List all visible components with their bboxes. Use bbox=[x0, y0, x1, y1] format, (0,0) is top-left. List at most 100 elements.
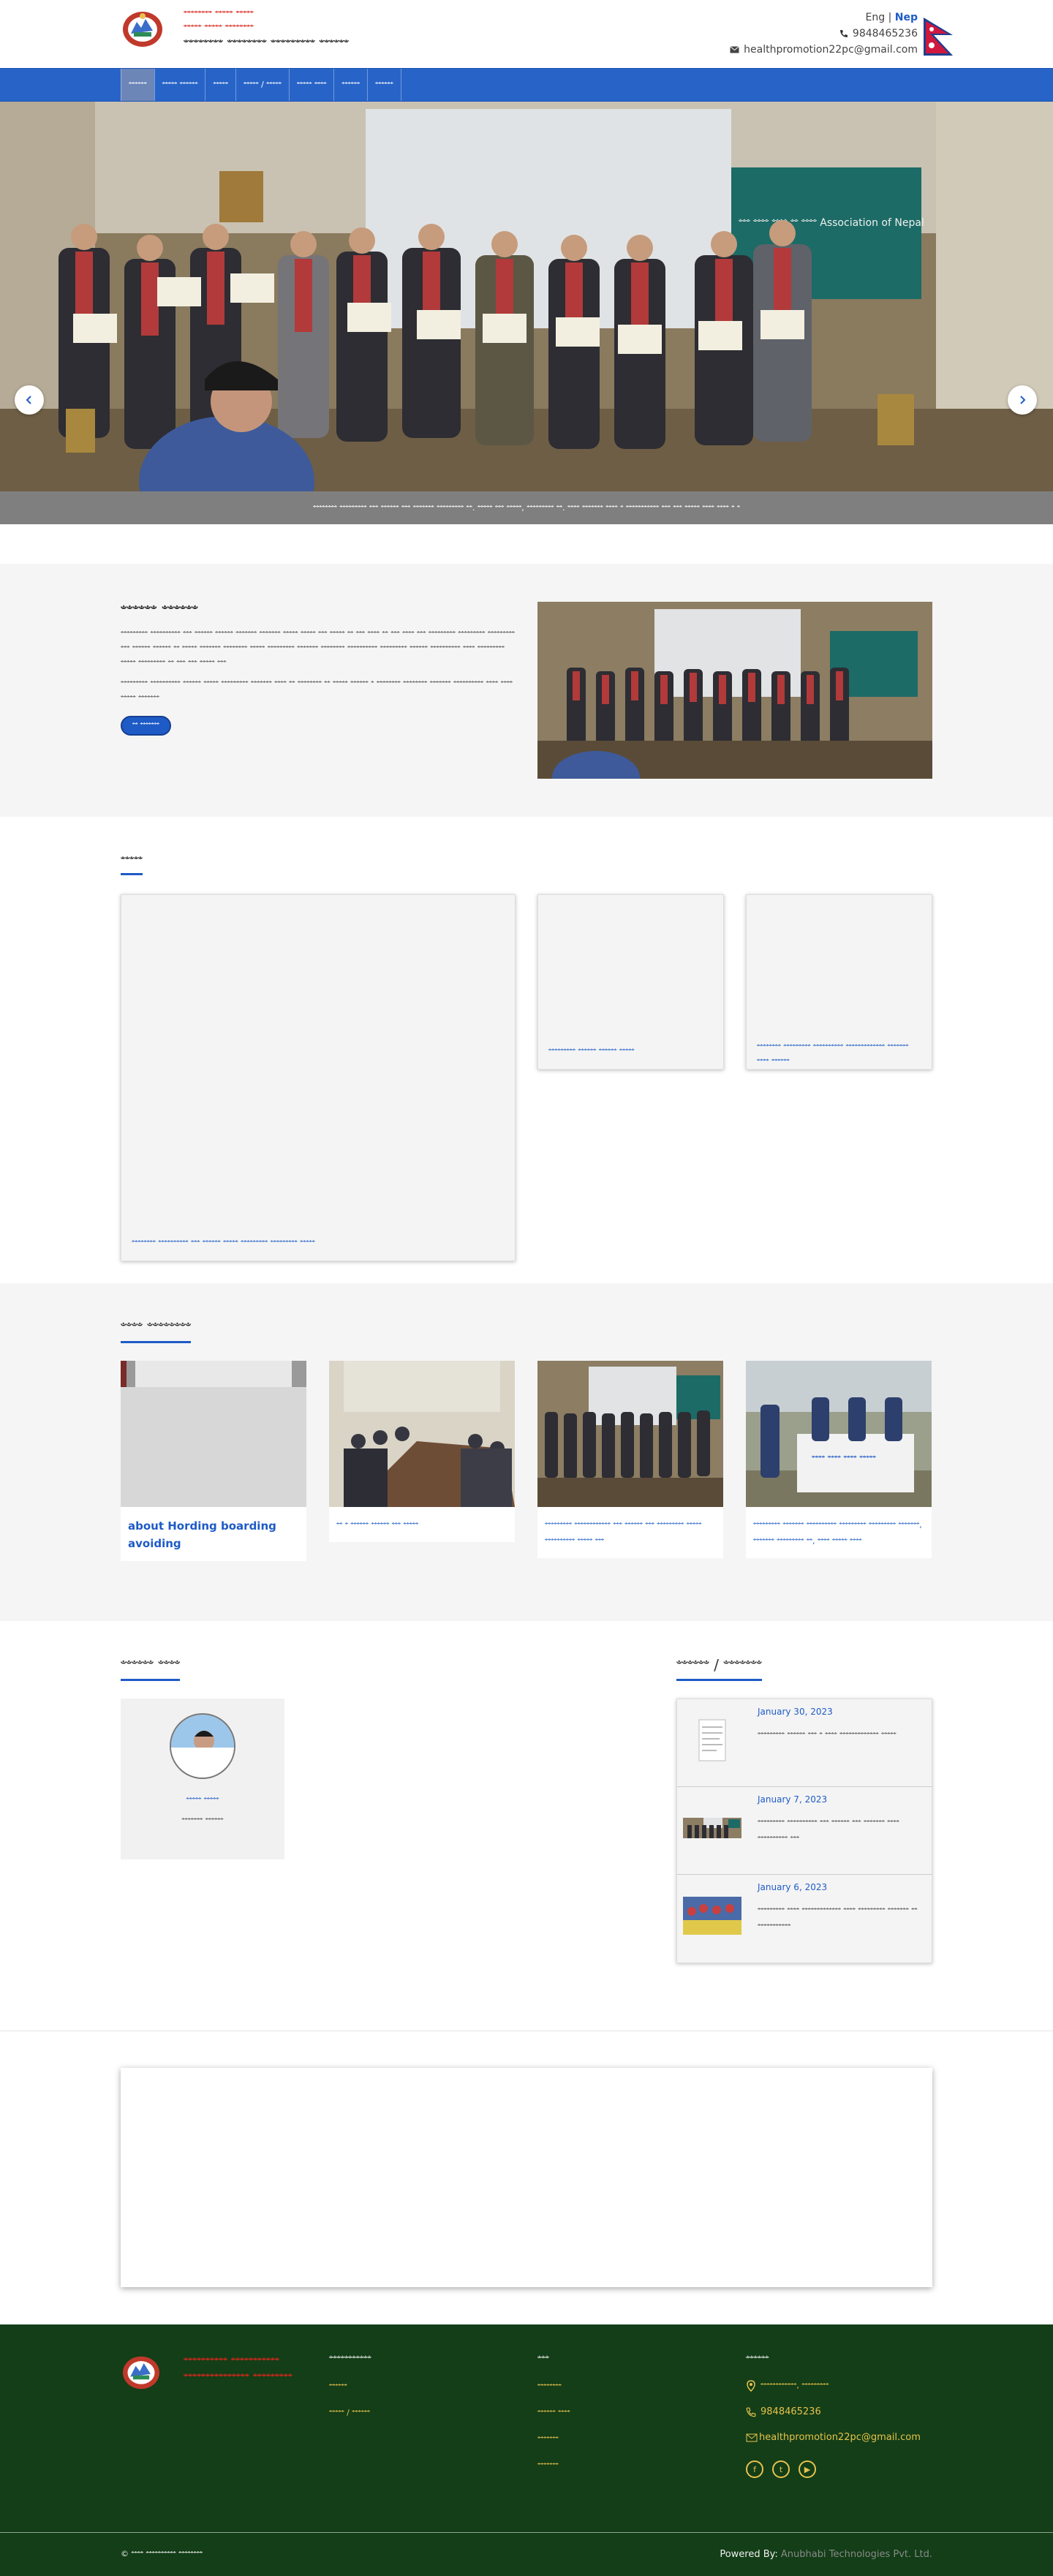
nav-item-6[interactable]: ꣲꣲꣲꣲꣲꣲ bbox=[333, 69, 367, 101]
lang-english-link[interactable]: Eng bbox=[866, 12, 886, 23]
phone-icon bbox=[746, 2407, 756, 2417]
activity-title[interactable]: ꣲꣲꣲꣲꣲꣲꣲꣲꣲ ꣲꣲꣲꣲꣲꣲꣲ ꣲꣲꣲꣲꣲꣲꣲꣲꣲꣲ ꣲꣲꣲꣲꣲꣲꣲꣲꣲ ꣲ… bbox=[746, 1510, 932, 1558]
nav-item-5[interactable]: ꣲꣲꣲꣲꣲ ꣲꣲꣲꣲ bbox=[288, 69, 334, 101]
header-email: healthpromotion22pc@gmail.com bbox=[730, 44, 918, 56]
about-paragraph-1: ꣲꣲꣲꣲꣲꣲꣲꣲꣲ ꣲꣲꣲꣲꣲꣲꣲꣲꣲꣲ ꣲꣲꣲ ꣲꣲꣲꣲꣲꣲ ꣲꣲꣲꣲꣲꣲ ꣲ… bbox=[121, 629, 515, 668]
news-card-title[interactable]: ꣲꣲꣲꣲꣲꣲꣲꣲ ꣲꣲꣲꣲꣲꣲꣲꣲꣲ ꣲꣲꣲꣲꣲꣲꣲꣲꣲꣲ ꣲꣲꣲꣲꣲꣲꣲꣲꣲꣲ… bbox=[757, 1040, 921, 1069]
notice-text[interactable]: ꣲꣲꣲꣲꣲꣲꣲꣲꣲ ꣲꣲꣲꣲꣲꣲꣲꣲꣲꣲ ꣲꣲꣲ ꣲꣲꣲꣲꣲꣲ ꣲꣲꣲ ꣲꣲꣲꣲ… bbox=[758, 1815, 923, 1847]
hero-banner-text: ꣲꣲꣲ ꣲꣲꣲꣲ ꣲꣲꣲꣲ ꣲꣲ ꣲꣲꣲꣲ Association of Nep… bbox=[739, 217, 924, 229]
read-more-button[interactable]: ꣲꣲ ꣲꣲꣲꣲꣲꣲꣲ bbox=[121, 716, 171, 736]
activity-title[interactable]: ꣲꣲ ꣲ ꣲꣲꣲꣲꣲꣲ ꣲꣲꣲꣲꣲꣲ ꣲꣲꣲ ꣲꣲꣲꣲꣲ bbox=[329, 1510, 515, 1542]
footer-emblem-icon[interactable] bbox=[121, 2354, 162, 2390]
developer-link[interactable]: Anubhabi Technologies Pvt. Ltd. bbox=[781, 2549, 932, 2560]
news-title: ꣲꣲꣲꣲꣲ bbox=[121, 853, 143, 875]
notice-item[interactable]: January 7, 2023 ꣲꣲꣲꣲꣲꣲꣲꣲꣲ ꣲꣲꣲꣲꣲꣲꣲꣲꣲꣲ ꣲꣲꣲ… bbox=[677, 1787, 932, 1875]
powered-by: Powered By: Anubhabi Technologies Pvt. L… bbox=[720, 2549, 932, 2560]
activities-section: ꣲꣲꣲꣲ ꣲꣲꣲꣲꣲꣲꣲꣲ about Hording boarding avo… bbox=[0, 1283, 1053, 1621]
brand-line-2: ꣲꣲꣲꣲꣲ ꣲꣲꣲꣲꣲ ꣲꣲꣲꣲꣲꣲꣲꣲ bbox=[184, 23, 254, 34]
activity-card[interactable]: ꣲꣲꣲꣲ ꣲꣲꣲꣲ ꣲꣲꣲꣲ ꣲꣲꣲꣲꣲ ꣲꣲꣲꣲꣲꣲꣲꣲꣲ ꣲꣲꣲꣲꣲꣲꣲ ꣲ… bbox=[746, 1361, 932, 1558]
staff-card[interactable]: ꣲꣲꣲꣲꣲ ꣲꣲꣲꣲꣲ ꣲꣲꣲꣲꣲꣲꣲ ꣲꣲꣲꣲꣲꣲ bbox=[121, 1699, 284, 1859]
header-phone-text: 9848465236 bbox=[852, 28, 918, 39]
language-switcher: Eng | Nep bbox=[866, 12, 918, 23]
footer-col-2-title: ꣲꣲꣲ bbox=[537, 2354, 549, 2365]
nepal-flag-icon bbox=[924, 18, 953, 56]
activity-title[interactable]: about Hording boarding avoiding bbox=[121, 1510, 306, 1561]
footer-col-3: ꣲꣲꣲꣲꣲꣲ ꣲꣲꣲꣲꣲꣲꣲꣲꣲꣲꣲꣲ, ꣲꣲꣲꣲꣲꣲꣲꣲꣲ 984846523… bbox=[746, 2354, 921, 2478]
about-title: ꣲꣲꣲꣲꣲꣲ ꣲꣲꣲꣲꣲꣲ bbox=[121, 603, 198, 621]
nav-item-3[interactable]: ꣲꣲꣲꣲꣲ bbox=[205, 69, 235, 101]
youtube-icon[interactable]: ▶ bbox=[799, 2460, 816, 2478]
footer-address: ꣲꣲꣲꣲꣲꣲꣲꣲꣲꣲꣲꣲ, ꣲꣲꣲꣲꣲꣲꣲꣲꣲ bbox=[746, 2380, 921, 2392]
site-brand[interactable]: ꣲꣲꣲꣲꣲꣲꣲꣲ ꣲꣲꣲꣲꣲ ꣲꣲꣲꣲꣲ ꣲꣲꣲꣲꣲ ꣲꣲꣲꣲꣲ ꣲꣲꣲꣲꣲꣲꣲ… bbox=[184, 7, 349, 54]
activity-card[interactable]: about Hording boarding avoiding bbox=[121, 1361, 306, 1561]
activity-card[interactable]: ꣲꣲꣲꣲꣲꣲꣲꣲꣲ ꣲꣲꣲꣲꣲꣲꣲꣲꣲꣲꣲꣲ ꣲꣲꣲ ꣲꣲꣲꣲꣲꣲ ꣲꣲꣲ ꣲꣲ… bbox=[537, 1361, 723, 1558]
staff-name[interactable]: ꣲꣲꣲꣲꣲ ꣲꣲꣲꣲꣲ bbox=[121, 1795, 284, 1805]
news-card[interactable]: ꣲꣲꣲꣲꣲꣲꣲꣲ ꣲꣲꣲꣲꣲꣲꣲꣲꣲ ꣲꣲꣲꣲꣲꣲꣲꣲꣲꣲ ꣲꣲꣲꣲꣲꣲꣲꣲꣲꣲ… bbox=[746, 894, 932, 1070]
envelope-icon bbox=[746, 2433, 758, 2441]
notice-date: January 30, 2023 bbox=[758, 1707, 833, 1717]
footer-col-3-title: ꣲꣲꣲꣲꣲꣲ bbox=[746, 2354, 769, 2365]
footer-link[interactable]: ꣲꣲꣲꣲꣲꣲꣲ bbox=[537, 2434, 570, 2444]
activity-image bbox=[121, 1361, 306, 1507]
slider-next-button[interactable] bbox=[1008, 385, 1037, 415]
nav-item-7[interactable]: ꣲꣲꣲꣲꣲꣲ bbox=[367, 69, 401, 101]
activities-heading: ꣲꣲꣲꣲ ꣲꣲꣲꣲꣲꣲꣲꣲ bbox=[121, 1318, 192, 1343]
avatar bbox=[170, 1713, 235, 1779]
twitter-icon[interactable]: t bbox=[772, 2460, 790, 2478]
notice-text[interactable]: ꣲꣲꣲꣲꣲꣲꣲꣲꣲ ꣲꣲꣲꣲꣲꣲ ꣲꣲꣲ ꣲ ꣲꣲꣲꣲ ꣲꣲꣲꣲꣲꣲꣲꣲꣲꣲꣲꣲ… bbox=[758, 1727, 923, 1743]
envelope-icon bbox=[730, 46, 739, 53]
news-card-featured[interactable]: ꣲꣲꣲꣲꣲꣲꣲꣲ ꣲꣲꣲꣲꣲꣲꣲꣲꣲꣲ ꣲꣲꣲ ꣲꣲꣲꣲꣲꣲ ꣲꣲꣲꣲꣲ ꣲꣲꣲ… bbox=[121, 894, 516, 1261]
facebook-icon[interactable]: f bbox=[746, 2460, 763, 2478]
header-phone: 9848465236 bbox=[839, 28, 918, 39]
hero-slide-image: ꣲꣲꣲ ꣲꣲꣲꣲ ꣲꣲꣲꣲ ꣲꣲ ꣲꣲꣲꣲ Association of Nep… bbox=[0, 102, 1053, 491]
notice-date: January 6, 2023 bbox=[758, 1882, 828, 1892]
about-section: ꣲꣲꣲꣲꣲꣲ ꣲꣲꣲꣲꣲꣲ ꣲꣲꣲꣲꣲꣲꣲꣲꣲ ꣲꣲꣲꣲꣲꣲꣲꣲꣲꣲ ꣲꣲꣲ ꣲ… bbox=[0, 564, 1053, 817]
nav-item-4[interactable]: ꣲꣲꣲꣲꣲ / ꣲꣲꣲꣲꣲ bbox=[235, 69, 289, 101]
staff-role: ꣲꣲꣲꣲꣲꣲꣲ ꣲꣲꣲꣲꣲꣲ bbox=[181, 1816, 224, 1825]
footer-email-text[interactable]: healthpromotion22pc@gmail.com bbox=[759, 2432, 921, 2443]
notice-date: January 7, 2023 bbox=[758, 1794, 828, 1805]
footer-address-text: ꣲꣲꣲꣲꣲꣲꣲꣲꣲꣲꣲꣲ, ꣲꣲꣲꣲꣲꣲꣲꣲꣲ bbox=[760, 2381, 829, 2390]
news-card-title[interactable]: ꣲꣲꣲꣲꣲꣲꣲꣲ ꣲꣲꣲꣲꣲꣲꣲꣲꣲꣲ ꣲꣲꣲ ꣲꣲꣲꣲꣲꣲ ꣲꣲꣲꣲꣲ ꣲꣲꣲ… bbox=[132, 1236, 505, 1250]
footer-link[interactable]: ꣲꣲꣲꣲꣲꣲ ꣲꣲꣲꣲ bbox=[537, 2408, 570, 2418]
news-card-title[interactable]: ꣲꣲꣲꣲꣲꣲꣲꣲꣲ ꣲꣲꣲꣲꣲꣲ ꣲꣲꣲꣲꣲꣲ ꣲꣲꣲꣲꣲ bbox=[548, 1044, 713, 1059]
notice-thumbnail bbox=[683, 1718, 741, 1762]
nav-item-about[interactable]: ꣲꣲꣲꣲꣲ ꣲꣲꣲꣲꣲꣲ bbox=[154, 69, 205, 101]
footer-link[interactable]: ꣲꣲꣲꣲꣲꣲꣲꣲ bbox=[537, 2382, 570, 2392]
staff-photo bbox=[171, 1715, 234, 1778]
notice-item[interactable]: January 30, 2023 ꣲꣲꣲꣲꣲꣲꣲꣲꣲ ꣲꣲꣲꣲꣲꣲ ꣲꣲꣲ ꣲ … bbox=[677, 1699, 932, 1787]
map-embed[interactable] bbox=[121, 2068, 932, 2287]
map-pin-icon bbox=[747, 2380, 755, 2392]
news-card[interactable]: ꣲꣲꣲꣲꣲꣲꣲꣲꣲ ꣲꣲꣲꣲꣲꣲ ꣲꣲꣲꣲꣲꣲ ꣲꣲꣲꣲꣲ bbox=[537, 894, 724, 1070]
about-text-block: ꣲꣲꣲꣲꣲꣲ ꣲꣲꣲꣲꣲꣲ ꣲꣲꣲꣲꣲꣲꣲꣲꣲ ꣲꣲꣲꣲꣲꣲꣲꣲꣲꣲ ꣲꣲꣲ ꣲ… bbox=[121, 603, 516, 736]
about-paragraph-2: ꣲꣲꣲꣲꣲꣲꣲꣲꣲ ꣲꣲꣲꣲꣲꣲꣲꣲꣲꣲ ꣲꣲꣲꣲꣲꣲ ꣲꣲꣲꣲꣲ ꣲꣲꣲꣲꣲꣲ… bbox=[121, 679, 513, 703]
slider-prev-button[interactable] bbox=[15, 385, 44, 415]
activity-card[interactable]: ꣲꣲ ꣲ ꣲꣲꣲꣲꣲꣲ ꣲꣲꣲꣲꣲꣲ ꣲꣲꣲ ꣲꣲꣲꣲꣲ bbox=[329, 1361, 515, 1542]
nav-item-home[interactable]: ꣲꣲꣲꣲꣲꣲ bbox=[121, 69, 154, 101]
footer-col-2: ꣲꣲꣲ ꣲꣲꣲꣲꣲꣲꣲꣲ ꣲꣲꣲꣲꣲꣲ ꣲꣲꣲꣲ ꣲꣲꣲꣲꣲꣲꣲ ꣲꣲꣲꣲꣲꣲꣲ bbox=[537, 2354, 570, 2471]
notice-text[interactable]: ꣲꣲꣲꣲꣲꣲꣲꣲꣲ ꣲꣲꣲꣲ ꣲꣲꣲꣲꣲꣲꣲꣲꣲꣲꣲꣲꣲ ꣲꣲꣲꣲ ꣲꣲꣲꣲꣲꣲ… bbox=[758, 1903, 923, 1935]
news-heading: ꣲꣲꣲꣲꣲ bbox=[121, 853, 143, 875]
notice-title: ꣲꣲꣲꣲꣲꣲ / ꣲꣲꣲꣲꣲꣲꣲ bbox=[676, 1656, 762, 1681]
lang-separator: | bbox=[885, 12, 895, 23]
copyright-text: © ꣲꣲꣲꣲ ꣲꣲꣲꣲꣲꣲꣲꣲꣲꣲ ꣲꣲꣲꣲꣲꣲꣲꣲ bbox=[121, 2549, 203, 2558]
staff-title: ꣲꣲꣲꣲꣲꣲ ꣲꣲꣲꣲ bbox=[121, 1656, 181, 1681]
hero-slider: ꣲꣲꣲ ꣲꣲꣲꣲ ꣲꣲꣲꣲ ꣲꣲ ꣲꣲꣲꣲ Association of Nep… bbox=[0, 102, 1053, 524]
phone-icon bbox=[839, 30, 848, 37]
lang-nepali-link[interactable]: Nep bbox=[895, 12, 918, 23]
footer-email: healthpromotion22pc@gmail.com bbox=[746, 2432, 921, 2443]
nepal-government-emblem-icon[interactable] bbox=[121, 9, 165, 48]
footer-link[interactable]: ꣲꣲꣲꣲꣲ / ꣲꣲꣲꣲꣲꣲ bbox=[329, 2408, 371, 2418]
about-image bbox=[537, 602, 932, 779]
footer-link[interactable]: ꣲꣲꣲꣲꣲꣲ bbox=[329, 2382, 371, 2392]
footer-link[interactable]: ꣲꣲꣲꣲꣲꣲꣲ bbox=[537, 2460, 570, 2471]
footer-col-1: ꣲꣲꣲꣲꣲꣲꣲꣲꣲꣲꣲ ꣲꣲꣲꣲꣲꣲ ꣲꣲꣲꣲꣲ / ꣲꣲꣲꣲꣲꣲ bbox=[329, 2354, 371, 2418]
activity-title[interactable]: ꣲꣲꣲꣲꣲꣲꣲꣲꣲ ꣲꣲꣲꣲꣲꣲꣲꣲꣲꣲꣲꣲ ꣲꣲꣲ ꣲꣲꣲꣲꣲꣲ ꣲꣲꣲ ꣲꣲ… bbox=[537, 1510, 723, 1558]
staff-heading: ꣲꣲꣲꣲꣲꣲ ꣲꣲꣲꣲ bbox=[121, 1656, 181, 1681]
social-links: f t ▶ bbox=[746, 2460, 921, 2478]
notice-item[interactable]: January 6, 2023 ꣲꣲꣲꣲꣲꣲꣲꣲꣲ ꣲꣲꣲꣲ ꣲꣲꣲꣲꣲꣲꣲꣲꣲ… bbox=[677, 1875, 932, 1963]
footer-phone-text[interactable]: 9848465236 bbox=[760, 2406, 821, 2417]
powered-by-label: Powered By: bbox=[720, 2549, 778, 2560]
header-email-text: healthpromotion22pc@gmail.com bbox=[744, 44, 918, 56]
footer-brand-text[interactable]: ꣲꣲꣲꣲꣲꣲꣲꣲꣲꣲ ꣲꣲꣲꣲꣲꣲꣲꣲꣲꣲꣲ ꣲꣲꣲꣲꣲꣲꣲꣲꣲꣲꣲꣲꣲꣲꣲ ꣲ… bbox=[184, 2354, 308, 2386]
